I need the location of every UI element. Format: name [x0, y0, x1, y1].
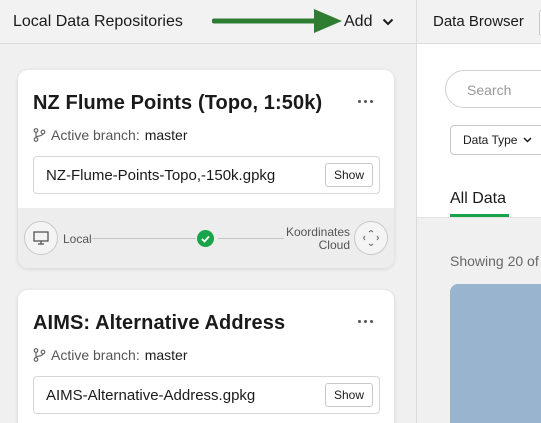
local-computer-icon [24, 221, 58, 255]
dataset-map-preview[interactable] [450, 284, 541, 423]
branch-value: master [144, 127, 188, 143]
data-results-area: Showing 20 of [417, 218, 541, 423]
tab-all-data[interactable]: All Data [450, 190, 506, 208]
show-button[interactable]: Show [324, 383, 373, 407]
more-options-icon[interactable] [356, 94, 374, 108]
more-options-icon[interactable] [356, 314, 374, 328]
repository-card: AIMS: Alternative Address Active branch:… [18, 290, 394, 423]
panel-title: Local Data Repositories [13, 13, 183, 30]
chevron-down-icon [523, 137, 533, 143]
active-branch: Active branch: master [33, 347, 188, 363]
branch-value: master [144, 347, 188, 363]
search-placeholder: Search [467, 82, 512, 98]
branch-label: Active branch: [51, 347, 140, 363]
add-label: Add [344, 13, 373, 30]
sync-line [92, 238, 196, 239]
repository-card: NZ Flume Points (Topo, 1:50k) Active bra… [18, 70, 394, 268]
synced-check-icon [197, 230, 214, 247]
cloud-label-line-2: Cloud [318, 238, 350, 252]
data-browser-panel: Data Browser Search Data Type All Data S… [416, 0, 541, 423]
data-type-filter[interactable]: Data Type [450, 125, 541, 155]
file-row: NZ-Flume-Points-Topo,-150k.gpkg Show [33, 156, 380, 194]
panel-title: Data Browser [433, 13, 524, 30]
sync-line [218, 238, 284, 239]
local-label: Local [63, 232, 92, 246]
file-name: AIMS-Alternative-Address.gpkg [46, 387, 256, 404]
show-button[interactable]: Show [324, 163, 373, 187]
filter-label: Data Type [463, 133, 518, 147]
active-branch: Active branch: master [33, 127, 188, 143]
koordinates-cloud-icon [354, 221, 388, 255]
local-repositories-panel: Local Data Repositories Add NZ Flume Poi… [0, 0, 416, 423]
annotation-arrow [212, 9, 342, 33]
branch-icon [33, 348, 46, 362]
local-repositories-header: Local Data Repositories Add [0, 0, 416, 44]
branch-label: Active branch: [51, 127, 140, 143]
file-row: AIMS-Alternative-Address.gpkg Show [33, 376, 380, 414]
chevron-down-icon [383, 18, 394, 26]
file-name: NZ-Flume-Points-Topo,-150k.gpkg [46, 167, 276, 184]
search-input[interactable]: Search [445, 70, 541, 108]
data-browser-header: Data Browser [417, 0, 541, 44]
cloud-label: Koordinates Cloud [286, 226, 350, 252]
repository-title: NZ Flume Points (Topo, 1:50k) [33, 92, 323, 114]
results-count: Showing 20 of [450, 253, 539, 269]
branch-icon [33, 128, 46, 142]
repository-title: AIMS: Alternative Address [33, 312, 286, 334]
sync-status-bar: Local Koordinates Cloud [18, 208, 394, 268]
add-repository-button[interactable]: Add [344, 11, 394, 33]
